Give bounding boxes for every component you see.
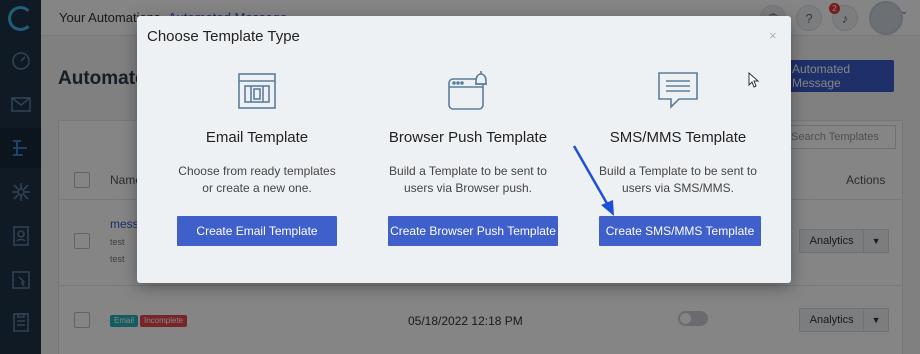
sms-mms-template-description: Build a Template to be sent to users via… <box>579 163 777 197</box>
description-line: Build a Template to be sent to <box>599 164 757 178</box>
close-icon[interactable]: × <box>769 28 777 43</box>
create-email-template-button[interactable]: Create Email Template <box>177 216 337 246</box>
sms-mms-template-title: SMS/MMS Template <box>609 129 747 146</box>
create-sms-mms-template-button[interactable]: Create SMS/MMS Template <box>599 216 761 246</box>
browser-push-icon <box>448 71 487 110</box>
description-line: Choose from ready templates <box>178 164 336 178</box>
create-browser-push-template-button[interactable]: Create Browser Push Template <box>388 216 558 246</box>
browser-push-template-title: Browser Push Template <box>388 129 548 146</box>
description-line: Build a Template to be sent to <box>389 164 547 178</box>
browser-push-template-description: Build a Template to be sent to users via… <box>369 163 567 197</box>
mouse-cursor-icon <box>748 72 760 88</box>
sms-mms-template-option: SMS/MMS Template Build a Template to be … <box>569 68 787 268</box>
browser-push-template-option: Browser Push Template Build a Template t… <box>359 68 577 268</box>
description-line: users via Browser push. <box>403 181 533 195</box>
sms-chat-icon <box>658 72 698 109</box>
email-template-title: Email Template <box>205 129 309 146</box>
email-template-description: Choose from ready templates or create a … <box>158 163 356 197</box>
description-line: or create a new one. <box>202 181 312 195</box>
email-template-icon <box>238 73 276 109</box>
choose-template-modal: Choose Template Type × Email Template Ch… <box>137 16 791 283</box>
description-line: users via SMS/MMS. <box>621 181 735 195</box>
modal-title: Choose Template Type <box>147 28 300 45</box>
email-template-option: Email Template Choose from ready templat… <box>148 68 366 268</box>
